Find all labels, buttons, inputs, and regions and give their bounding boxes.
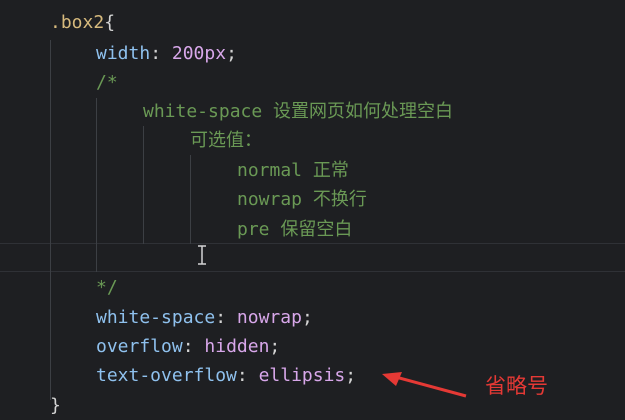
- code-token: ;: [345, 365, 357, 386]
- code-line: pre 保留空白: [237, 215, 352, 244]
- text-cursor-icon: [198, 245, 206, 265]
- code-token: :: [150, 43, 172, 64]
- code-line: overflow: hidden;: [96, 332, 280, 361]
- code-token: nowrap: [236, 307, 302, 328]
- code-token: white-space: [96, 307, 216, 328]
- code-token: overflow: [96, 336, 183, 357]
- code-token: pre 保留空白: [237, 219, 353, 240]
- code-line: }: [50, 391, 61, 420]
- code-token: /*: [96, 72, 118, 93]
- code-token: white-space 设置网页如何处理空白: [143, 101, 454, 122]
- code-token: .box2: [50, 12, 105, 33]
- code-line: text-overflow: ellipsis;: [96, 361, 356, 390]
- code-token: ellipsis: [258, 365, 346, 386]
- code-token: hidden: [204, 336, 270, 357]
- code-token: nowrap 不换行: [237, 189, 367, 210]
- code-token: :: [182, 336, 205, 357]
- ellipsis-annotation: 省略号: [485, 374, 548, 398]
- indent-guide: [50, 40, 51, 400]
- code-line: white-space 设置网页如何处理空白: [143, 97, 453, 126]
- code-line: normal 正常: [237, 156, 349, 185]
- code-token: 200px: [171, 43, 227, 64]
- annotation-arrow-icon: [382, 372, 467, 398]
- code-token: :: [236, 365, 259, 386]
- code-token: {: [104, 12, 116, 33]
- code-token: text-overflow: [96, 365, 237, 386]
- code-editor[interactable]: .box2{width: 200px;/* white-space 设置网页如何处…: [0, 0, 625, 417]
- current-line-highlight: [0, 243, 625, 272]
- code-token: normal 正常: [237, 160, 349, 181]
- indent-guide: [96, 98, 97, 272]
- code-line: /*: [96, 68, 118, 97]
- code-token: :: [215, 307, 237, 328]
- code-line: width: 200px;: [96, 39, 237, 68]
- code-line: white-space: nowrap;: [96, 303, 313, 332]
- indent-guide: [143, 126, 144, 244]
- code-line: 可选值：: [190, 126, 262, 155]
- code-token: width: [96, 43, 151, 64]
- code-token: */: [96, 277, 118, 298]
- code-token: ;: [226, 43, 237, 64]
- code-line: */: [96, 273, 118, 302]
- code-token: }: [50, 395, 61, 416]
- code-token: 可选值：: [190, 130, 262, 151]
- code-line: nowrap 不换行: [237, 185, 367, 214]
- code-token: ;: [301, 307, 313, 328]
- indent-guide: [190, 155, 191, 244]
- code-line: .box2{: [50, 8, 115, 37]
- code-token: ;: [269, 336, 281, 357]
